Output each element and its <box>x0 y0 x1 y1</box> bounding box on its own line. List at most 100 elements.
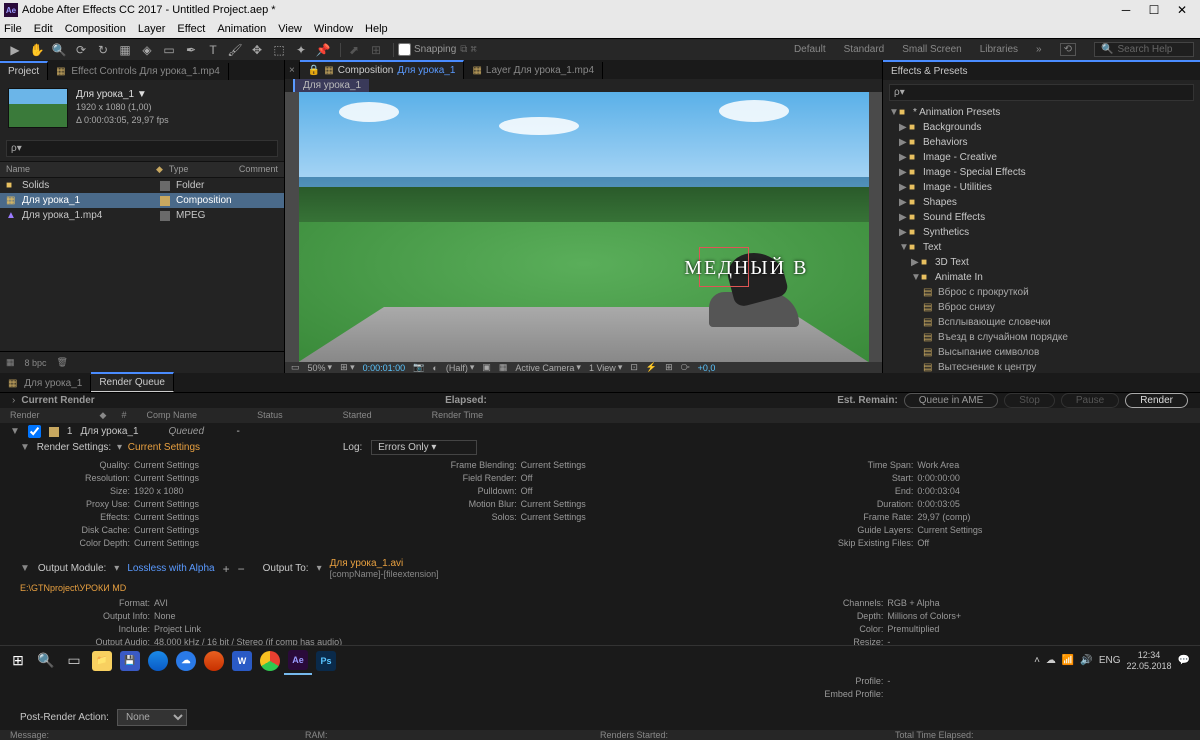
menu-animation[interactable]: Animation <box>217 23 266 35</box>
render-settings-link[interactable]: Current Settings <box>128 442 200 453</box>
label-color[interactable] <box>49 427 59 437</box>
search-icon[interactable]: 🔍 <box>32 647 60 675</box>
stop-button[interactable]: Stop <box>1004 393 1055 408</box>
preset-item[interactable]: ▤Всплывающие словечки <box>883 315 1200 330</box>
hand-tool-icon[interactable]: ✋ <box>28 41 46 59</box>
pen-tool-icon[interactable]: ✒ <box>182 41 200 59</box>
menu-file[interactable]: File <box>4 23 22 35</box>
log-dropdown[interactable]: Errors Only ▾ <box>371 440 477 455</box>
category-item[interactable]: ▶■ Behaviors <box>883 135 1200 150</box>
region-icon[interactable]: ▣ <box>482 362 491 373</box>
tab-timeline[interactable]: ▦ Для урока_1 <box>0 375 91 392</box>
post-render-select[interactable]: None <box>117 709 187 726</box>
category-item[interactable]: ▶■ 3D Text <box>883 255 1200 270</box>
project-row-footage[interactable]: ▲ Для урока_1.mp4 MPEG <box>0 208 284 223</box>
category-item[interactable]: ▶■ Synthetics <box>883 225 1200 240</box>
category-item[interactable]: ▼■ * Animation Presets <box>883 105 1200 120</box>
cloud-icon[interactable]: ☁ <box>1046 655 1056 666</box>
after-effects-icon[interactable]: Ae <box>284 647 312 675</box>
notifications-icon[interactable]: 💬 <box>1178 655 1190 666</box>
add-output-icon[interactable]: + <box>223 562 230 576</box>
magnification-icon[interactable]: ▭ <box>291 362 300 373</box>
workspace-small[interactable]: Small Screen <box>902 44 961 55</box>
timeline-icon[interactable]: ⊞ <box>665 362 673 373</box>
output-path-link[interactable]: E:\GTNproject\УРОКИ MD <box>20 583 126 593</box>
tab-composition[interactable]: 🔒 ▦ Composition Для урока_1 <box>300 60 465 79</box>
project-row-comp[interactable]: ▦ Для урока_1 Composition <box>0 193 284 208</box>
current-time[interactable]: 0:00:01:00 <box>363 363 406 373</box>
effects-search[interactable]: ρ▾ <box>889 84 1194 101</box>
label-color[interactable] <box>160 211 170 221</box>
render-button[interactable]: Render <box>1125 393 1188 408</box>
project-row-solids[interactable]: ■ Solids Folder <box>0 178 284 193</box>
category-item[interactable]: ▶■ Sound Effects <box>883 210 1200 225</box>
orbit-tool-icon[interactable]: ⟳ <box>72 41 90 59</box>
lock-icon[interactable]: 🔒 <box>308 65 320 76</box>
view-layout[interactable]: 1 View ▾ <box>589 362 622 373</box>
interpret-icon[interactable]: ▦ <box>6 357 15 368</box>
label-icon[interactable]: ◆ <box>156 164 163 175</box>
text-layer-overlay[interactable]: МЕДНЫЙ В <box>684 257 808 280</box>
pixel-aspect-icon[interactable]: ⊡ <box>630 362 638 373</box>
task-view-icon[interactable]: ▭ <box>60 647 88 675</box>
minimize-button[interactable]: ─ <box>1112 3 1140 17</box>
volume-icon[interactable]: 🔊 <box>1080 655 1092 666</box>
label-color[interactable] <box>160 196 170 206</box>
snapshot-icon[interactable]: 📷 <box>413 362 424 373</box>
start-button[interactable]: ⊞ <box>4 647 32 675</box>
flowchart-icon[interactable]: ⧂ <box>681 362 690 373</box>
category-item[interactable]: ▶■ Shapes <box>883 195 1200 210</box>
workspace-more-icon[interactable]: » <box>1036 44 1042 55</box>
clone-tool-icon[interactable]: ✥ <box>248 41 266 59</box>
menu-edit[interactable]: Edit <box>34 23 53 35</box>
save-icon[interactable]: 💾 <box>116 647 144 675</box>
remove-output-icon[interactable]: − <box>238 562 245 576</box>
menu-window[interactable]: Window <box>314 23 353 35</box>
puppet-tool-icon[interactable]: 📌 <box>314 41 332 59</box>
snap-opt-icon[interactable]: ⧉ ⌘ <box>460 44 477 55</box>
search-help[interactable]: 🔍 Search Help <box>1094 42 1194 57</box>
comp-breadcrumb[interactable]: Для урока_1 <box>293 79 369 92</box>
onedrive-icon[interactable]: ☁ <box>172 647 200 675</box>
category-item[interactable]: ▶■ Image - Utilities <box>883 180 1200 195</box>
clock[interactable]: 12:34 22.05.2018 <box>1127 650 1172 672</box>
bpc-toggle[interactable]: 8 bpc <box>25 358 47 368</box>
word-icon[interactable]: W <box>228 647 256 675</box>
category-item[interactable]: ▶■ Backgrounds <box>883 120 1200 135</box>
pause-button[interactable]: Pause <box>1061 393 1119 408</box>
tab-layer[interactable]: ▦ Layer Для урока_1.mp4 <box>464 62 603 79</box>
resolution[interactable]: (Half) ▾ <box>446 362 475 373</box>
queue-ame-button[interactable]: Queue in AME <box>904 393 998 408</box>
menu-composition[interactable]: Composition <box>65 23 126 35</box>
category-item[interactable]: ▶■ Image - Special Effects <box>883 165 1200 180</box>
world-axis-icon[interactable]: ⊞ <box>367 41 385 59</box>
snapping-toggle[interactable]: Snapping ⧉ ⌘ <box>398 43 477 56</box>
effects-presets-title[interactable]: Effects & Presets <box>883 60 1200 80</box>
chrome-icon[interactable] <box>256 647 284 675</box>
delete-icon[interactable]: 🗑 <box>57 357 68 368</box>
channel-icon[interactable]: ◐ <box>432 363 437 373</box>
workspace-default[interactable]: Default <box>794 44 826 55</box>
wifi-icon[interactable]: 📶 <box>1062 655 1074 666</box>
output-to-link[interactable]: Для урока_1.avi <box>330 558 439 569</box>
brush-tool-icon[interactable]: 🖌 <box>226 41 244 59</box>
close-button[interactable]: ✕ <box>1168 3 1196 17</box>
selection-tool-icon[interactable]: ▶ <box>6 41 24 59</box>
eraser-tool-icon[interactable]: ⬚ <box>270 41 288 59</box>
menu-effect[interactable]: Effect <box>177 23 205 35</box>
label-color[interactable] <box>160 181 170 191</box>
language-indicator[interactable]: ENG <box>1099 655 1121 666</box>
roto-tool-icon[interactable]: ✦ <box>292 41 310 59</box>
shape-tool-icon[interactable]: ▭ <box>160 41 178 59</box>
explorer-icon[interactable]: 📁 <box>88 647 116 675</box>
edge-icon[interactable] <box>144 647 172 675</box>
preset-item[interactable]: ▤Вброс с прокруткой <box>883 285 1200 300</box>
expand-icon[interactable]: › <box>12 395 15 406</box>
exposure[interactable]: +0,0 <box>698 363 716 373</box>
category-item[interactable]: ▼■ Text <box>883 240 1200 255</box>
photoshop-icon[interactable]: Ps <box>312 647 340 675</box>
menu-help[interactable]: Help <box>365 23 388 35</box>
snapping-checkbox[interactable] <box>398 43 411 56</box>
menu-view[interactable]: View <box>278 23 302 35</box>
tab-render-queue[interactable]: Render Queue <box>91 372 174 392</box>
